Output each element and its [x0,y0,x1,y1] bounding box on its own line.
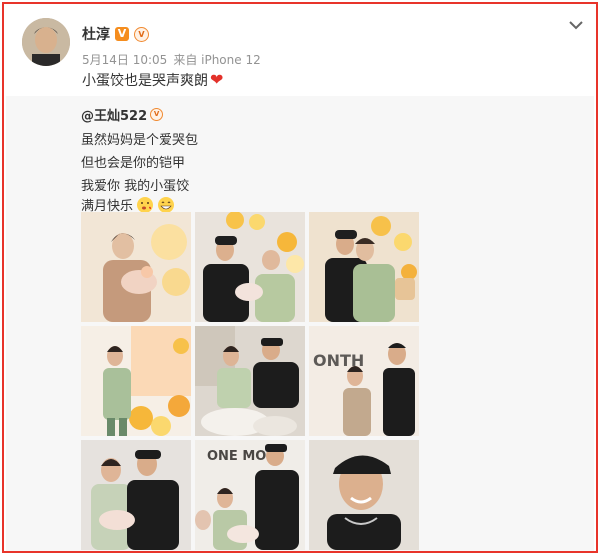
post-text: 小蛋饺也是哭声爽朗 ❤ [82,70,223,90]
post-source: 来自 iPhone 12 [173,53,261,67]
photo-7[interactable] [81,440,191,550]
original-user-name[interactable]: @王灿522 [81,105,147,124]
post-meta: 5月14日 10:05 来自 iPhone 12 [82,51,261,68]
author-name[interactable]: 杜淳 [82,24,110,44]
heart-icon: ❤ [210,70,224,89]
repost-line-2: 但也会是你的铠甲 [81,156,186,171]
photo-4[interactable] [81,326,191,436]
original-user[interactable]: @王灿522 V [81,105,164,124]
photo-2[interactable] [195,212,305,322]
grin-emoji-icon [158,196,175,213]
photo-3[interactable] [309,212,419,322]
author-avatar[interactable] [22,18,70,66]
chevron-down-icon[interactable] [568,18,584,32]
verified-badge-icon: V [115,27,129,41]
svip-badge-icon: V [150,108,164,121]
post-date[interactable]: 5月14日 10:05 [82,51,167,68]
photo-grid: ONTH ONE MON [81,212,421,552]
weibo-post-card: 杜淳 V V 5月14日 10:05 来自 iPhone 12 小蛋饺也是哭声爽… [2,2,598,553]
photo-9[interactable] [309,440,419,550]
svip-badge-icon[interactable]: V [134,26,149,42]
photo-6[interactable]: ONTH [309,326,419,436]
repost-line-3: 我爱你 我的小蛋饺 [81,179,190,194]
repost-container: @王灿522 V 虽然妈妈是个爱哭包 但也会是你的铠甲 我爱你 我的小蛋饺 满月… [6,96,594,551]
photo-5[interactable] [195,326,305,436]
repost-line-1: 虽然妈妈是个爱哭包 [81,133,199,148]
post-text-content: 小蛋饺也是哭声爽朗 [82,73,208,89]
kiss-emoji-icon [137,196,154,213]
photo-1[interactable] [81,212,191,322]
photo-8[interactable]: ONE MON [195,440,305,550]
author-row: 杜淳 V V [82,24,149,44]
